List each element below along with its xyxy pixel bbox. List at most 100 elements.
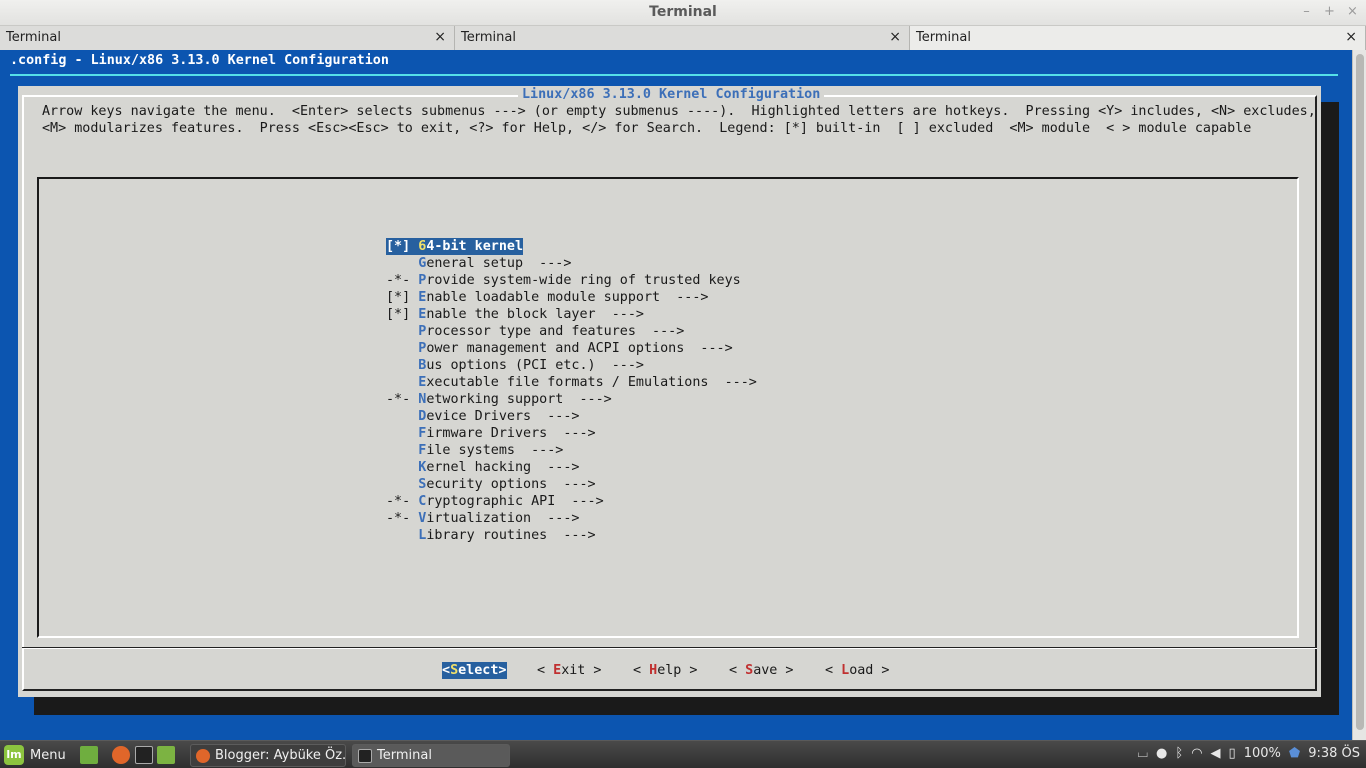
exit-button[interactable]: < Exit > xyxy=(537,662,602,679)
battery-icon[interactable]: ▯ xyxy=(1229,746,1236,761)
menu-item-label: 4-bit kernel xyxy=(426,239,524,254)
menu-item-label: us options (PCI etc.) ---> xyxy=(426,358,644,373)
menu-item-prefix xyxy=(386,460,418,475)
menu-item-label: irtualization ---> xyxy=(426,511,580,526)
menu-item-label: ower management and ACPI options ---> xyxy=(426,341,733,356)
config-header: .config - Linux/x86 3.13.0 Kernel Config… xyxy=(10,53,389,68)
menu-item-prefix xyxy=(386,256,418,271)
window-titlebar[interactable]: Terminal – + × xyxy=(0,0,1366,26)
button-label: elect> xyxy=(458,663,507,678)
firefox-icon[interactable] xyxy=(112,746,130,764)
tab-terminal-3[interactable]: Terminal × xyxy=(910,26,1366,50)
menu-item[interactable]: General setup ---> xyxy=(386,255,571,272)
menu-item-label: rocessor type and features ---> xyxy=(426,324,685,339)
task-label: Blogger: Aybüke Öz... xyxy=(215,748,346,763)
menu-item-prefix: -*- xyxy=(386,273,419,288)
header-divider xyxy=(10,74,1338,76)
menu-item[interactable]: Security options ---> xyxy=(386,476,596,493)
tab-close-icon[interactable]: × xyxy=(434,29,446,45)
select-button[interactable]: <Select> xyxy=(442,662,507,679)
wifi-icon[interactable]: ◠ xyxy=(1191,746,1202,761)
button-label: elp > xyxy=(657,663,698,678)
task-label: Terminal xyxy=(377,748,432,763)
menu-item-label: irmware Drivers ---> xyxy=(426,426,596,441)
tab-terminal-2[interactable]: Terminal × xyxy=(455,26,910,50)
button-bracket: < xyxy=(633,663,650,678)
menu-item[interactable]: [*] Enable the block layer ---> xyxy=(386,306,644,323)
clock[interactable]: 9:38 ÖS xyxy=(1308,746,1360,761)
menu-item-prefix: [*] xyxy=(386,307,419,322)
menu-item[interactable]: [*] 64-bit kernel xyxy=(386,238,524,255)
menu-item[interactable]: -*- Virtualization ---> xyxy=(386,510,580,527)
battery-level: 100% xyxy=(1243,746,1281,761)
menu-item-prefix: [*] xyxy=(386,290,419,305)
menu-item-prefix xyxy=(386,324,418,339)
menu-item[interactable]: -*- Provide system-wide ring of trusted … xyxy=(386,272,741,289)
tab-bar: Terminal × Terminal × Terminal × xyxy=(0,26,1366,50)
button-label: ave > xyxy=(753,663,794,678)
file-manager-icon[interactable] xyxy=(157,746,175,764)
user-icon[interactable]: ● xyxy=(1156,746,1167,761)
menu-item[interactable]: Processor type and features ---> xyxy=(386,323,684,340)
maximize-button[interactable]: + xyxy=(1322,3,1337,21)
help-button[interactable]: < Help > xyxy=(633,662,698,679)
minimize-button[interactable]: – xyxy=(1299,3,1314,21)
tab-terminal-1[interactable]: Terminal × xyxy=(0,26,455,50)
system-tray: ⌴ ● ᛒ ◠ ◀ ▯ 100% ⬟ 9:38 ÖS xyxy=(1138,746,1360,761)
task-terminal[interactable]: Terminal xyxy=(352,744,510,767)
terminal-launcher-icon[interactable] xyxy=(135,746,153,764)
save-button[interactable]: < Save > xyxy=(729,662,794,679)
button-hotkey: E xyxy=(553,663,562,678)
menu-item[interactable]: -*- Cryptographic API ---> xyxy=(386,493,604,510)
button-bracket: < xyxy=(825,663,842,678)
scrollbar-thumb[interactable] xyxy=(1356,54,1364,730)
linux-mint-logo-icon: lm xyxy=(4,745,24,765)
button-row-divider xyxy=(22,647,1317,649)
tab-label: Terminal xyxy=(6,30,61,45)
menu-item-label: ile systems ---> xyxy=(426,443,564,458)
menu-item-prefix: -*- xyxy=(386,511,419,526)
menu-item[interactable]: File systems ---> xyxy=(386,442,563,459)
menu-item[interactable]: Kernel hacking ---> xyxy=(386,459,579,476)
show-desktop-icon[interactable] xyxy=(80,746,98,764)
menu-item[interactable]: Device Drivers ---> xyxy=(386,408,579,425)
firefox-icon xyxy=(196,749,210,763)
tab-close-icon[interactable]: × xyxy=(889,29,901,45)
button-hotkey: L xyxy=(841,663,850,678)
keyboard-icon[interactable]: ⌴ xyxy=(1138,746,1148,761)
tab-label: Terminal xyxy=(916,30,971,45)
menu-item-prefix: [*] xyxy=(386,239,419,254)
menu-item[interactable]: Firmware Drivers ---> xyxy=(386,425,596,442)
terminal-icon xyxy=(358,749,372,763)
menu-item[interactable]: Bus options (PCI etc.) ---> xyxy=(386,357,644,374)
button-bracket: < xyxy=(729,663,746,678)
load-button[interactable]: < Load > xyxy=(825,662,890,679)
start-menu-button[interactable]: lm Menu xyxy=(4,745,66,765)
close-window-button[interactable]: × xyxy=(1345,3,1360,21)
button-hotkey: S xyxy=(450,663,459,678)
button-bracket: < xyxy=(442,663,451,678)
menu-item-prefix: -*- xyxy=(386,392,419,407)
bluetooth-icon[interactable]: ᛒ xyxy=(1175,746,1183,761)
menu-label: Menu xyxy=(30,747,66,763)
menu-item[interactable]: Power management and ACPI options ---> xyxy=(386,340,733,357)
help-text-line-1: Arrow keys navigate the menu. <Enter> se… xyxy=(42,104,1316,119)
menu-item-label: rovide system-wide ring of trusted keys xyxy=(426,273,741,288)
menu-item-prefix xyxy=(386,341,418,356)
menu-item[interactable]: -*- Networking support ---> xyxy=(386,391,612,408)
window-title: Terminal xyxy=(649,4,717,20)
terminal-screen[interactable]: .config - Linux/x86 3.13.0 Kernel Config… xyxy=(0,50,1352,740)
menu-item-label: nable the block layer ---> xyxy=(426,307,644,322)
task-blogger[interactable]: Blogger: Aybüke Öz... xyxy=(190,744,346,767)
tab-label: Terminal xyxy=(461,30,516,45)
menu-item-prefix xyxy=(386,409,418,424)
tab-close-icon[interactable]: × xyxy=(1345,29,1357,45)
menu-item[interactable]: [*] Enable loadable module support ---> xyxy=(386,289,708,306)
volume-icon[interactable]: ◀ xyxy=(1211,746,1221,761)
menu-item-label: ecurity options ---> xyxy=(426,477,596,492)
menu-item[interactable]: Library routines ---> xyxy=(386,527,595,544)
terminal-scrollbar[interactable] xyxy=(1352,50,1366,740)
update-shield-icon[interactable]: ⬟ xyxy=(1289,746,1300,761)
menu-item[interactable]: Executable file formats / Emulations ---… xyxy=(386,374,757,391)
help-text-line-2: <M> modularizes features. Press <Esc><Es… xyxy=(42,121,1252,136)
